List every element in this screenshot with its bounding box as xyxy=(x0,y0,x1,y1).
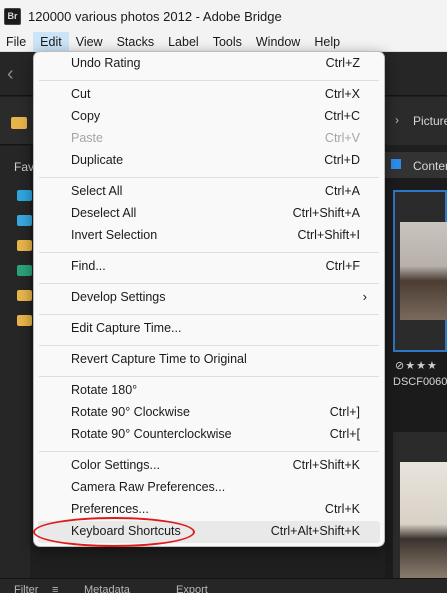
menu-item-shortcut: Ctrl+] xyxy=(329,405,360,419)
desktop-icon[interactable] xyxy=(17,215,32,226)
computer-icon[interactable] xyxy=(17,190,32,201)
menu-item-label: Paste xyxy=(71,131,103,145)
menu-edit[interactable]: Edit xyxy=(33,31,69,52)
menu-separator xyxy=(39,283,379,284)
menu-item-select-all[interactable]: Select All Ctrl+A xyxy=(38,181,380,203)
menu-item-label: Copy xyxy=(71,109,101,123)
menu-item-color-settings[interactable]: Color Settings... Ctrl+Shift+K xyxy=(38,455,380,477)
menu-item-label: Rotate 90° Counterclockwise xyxy=(71,427,232,441)
menu-item-edit-capture-time[interactable]: Edit Capture Time... xyxy=(38,318,380,340)
panel-menu-icon[interactable]: ≡ xyxy=(52,584,58,593)
tab-favorites[interactable]: Fav xyxy=(14,160,34,174)
menu-item-label: Invert Selection xyxy=(71,228,158,242)
menu-item-shortcut: Ctrl+D xyxy=(324,153,360,167)
bottom-panel-tabs: Filter ≡ Metadata Export xyxy=(0,578,447,593)
annotation-ellipse xyxy=(33,517,195,547)
menu-item-shortcut: Ctrl+[ xyxy=(329,427,360,441)
menu-item-label: Deselect All xyxy=(71,206,137,220)
menu-item-copy[interactable]: Copy Ctrl+C xyxy=(38,106,380,128)
menu-bar: File Edit View Stacks Label Tools Window… xyxy=(0,31,447,52)
menu-item-camera-raw-preferences[interactable]: Camera Raw Preferences... xyxy=(38,477,380,499)
menu-item-label: Undo Rating xyxy=(71,56,141,70)
menu-item-shortcut: Ctrl+Shift+K xyxy=(292,458,360,472)
menu-item-label: Preferences... xyxy=(71,502,149,516)
menu-stacks[interactable]: Stacks xyxy=(110,32,162,52)
menu-separator xyxy=(39,80,379,81)
menu-item-rotate-counterclockwise[interactable]: Rotate 90° Counterclockwise Ctrl+[ xyxy=(38,424,380,446)
title-bar: Br 120000 various photos 2012 - Adobe Br… xyxy=(0,0,447,32)
menu-item-shortcut: Ctrl+K xyxy=(324,502,360,516)
edit-menu: Undo Rating Ctrl+Z Cut Ctrl+X Copy Ctrl+… xyxy=(33,51,385,547)
folder-icon[interactable] xyxy=(17,240,32,251)
menu-item-shortcut: Ctrl+Shift+A xyxy=(292,206,360,220)
menu-help[interactable]: Help xyxy=(307,32,347,52)
tab-metadata[interactable]: Metadata xyxy=(84,584,130,593)
menu-label[interactable]: Label xyxy=(161,32,206,52)
menu-item-label: Rotate 180° xyxy=(71,383,138,397)
chevron-right-icon: › xyxy=(362,289,367,304)
menu-item-shortcut: Ctrl+Z xyxy=(325,56,360,70)
thumbnail-filename: DSCF0060. xyxy=(393,376,447,388)
menu-separator xyxy=(39,314,379,315)
folder-icon[interactable] xyxy=(11,117,27,129)
menu-item-shortcut: Ctrl+Shift+I xyxy=(297,228,360,242)
menu-item-shortcut: Ctrl+C xyxy=(324,109,360,123)
folder-icon[interactable] xyxy=(17,315,32,326)
menu-separator xyxy=(39,345,379,346)
menu-item-duplicate[interactable]: Duplicate Ctrl+D xyxy=(38,150,380,172)
menu-separator xyxy=(39,376,379,377)
menu-item-develop-settings[interactable]: Develop Settings › xyxy=(38,287,380,309)
menu-item-undo-rating[interactable]: Undo Rating Ctrl+Z xyxy=(38,53,380,75)
content-panel-icon xyxy=(391,159,401,169)
menu-item-paste: Paste Ctrl+V xyxy=(38,128,380,150)
back-arrow-icon[interactable]: ‹ xyxy=(7,62,25,86)
tab-content[interactable]: Conten xyxy=(413,159,447,173)
menu-item-label: Cut xyxy=(71,87,91,101)
menu-item-label: Duplicate xyxy=(71,153,124,167)
menu-item-rotate-180[interactable]: Rotate 180° xyxy=(38,380,380,402)
menu-item-revert-capture-time[interactable]: Revert Capture Time to Original xyxy=(38,349,380,371)
menu-view[interactable]: View xyxy=(69,32,110,52)
menu-item-deselect-all[interactable]: Deselect All Ctrl+Shift+A xyxy=(38,203,380,225)
menu-item-label: Find... xyxy=(71,259,106,273)
app-icon: Br xyxy=(4,7,21,25)
star-rating[interactable]: ⊘★★★ xyxy=(395,359,438,372)
tab-filter[interactable]: Filter xyxy=(14,584,38,593)
menu-separator xyxy=(39,451,379,452)
folder-icon[interactable] xyxy=(17,290,32,301)
window-title: 120000 various photos 2012 - Adobe Bridg… xyxy=(28,8,282,24)
menu-item-shortcut: Ctrl+V xyxy=(324,131,360,145)
menu-file[interactable]: File xyxy=(0,32,33,52)
menu-item-find[interactable]: Find... Ctrl+F xyxy=(38,256,380,278)
menu-tools[interactable]: Tools xyxy=(206,32,249,52)
menu-item-rotate-clockwise[interactable]: Rotate 90° Clockwise Ctrl+] xyxy=(38,402,380,424)
path-segment-label[interactable]: Picture xyxy=(413,114,447,128)
menu-item-label: Develop Settings xyxy=(71,290,166,304)
thumbnail-image[interactable] xyxy=(400,222,447,320)
thumbnail-image[interactable] xyxy=(400,462,447,586)
menu-item-shortcut: Ctrl+F xyxy=(325,259,360,273)
menu-item-label: Revert Capture Time to Original xyxy=(71,352,247,366)
menu-item-label: Color Settings... xyxy=(71,458,160,472)
chevron-right-icon[interactable]: › xyxy=(395,113,399,127)
menu-item-label: Edit Capture Time... xyxy=(71,321,182,335)
menu-item-cut[interactable]: Cut Ctrl+X xyxy=(38,84,380,106)
menu-item-invert-selection[interactable]: Invert Selection Ctrl+Shift+I xyxy=(38,225,380,247)
menu-item-shortcut: Ctrl+Alt+Shift+K xyxy=(270,524,360,538)
sheet-icon[interactable] xyxy=(17,265,32,276)
menu-separator xyxy=(39,177,379,178)
menu-item-label: Rotate 90° Clockwise xyxy=(71,405,190,419)
menu-item-label: Select All xyxy=(71,184,123,198)
menu-window[interactable]: Window xyxy=(249,32,307,52)
menu-item-shortcut: Ctrl+A xyxy=(324,184,360,198)
left-panel xyxy=(0,146,30,593)
menu-item-shortcut: Ctrl+X xyxy=(324,87,360,101)
tab-export[interactable]: Export xyxy=(176,584,208,593)
menu-item-label: Camera Raw Preferences... xyxy=(71,480,226,494)
menu-separator xyxy=(39,252,379,253)
